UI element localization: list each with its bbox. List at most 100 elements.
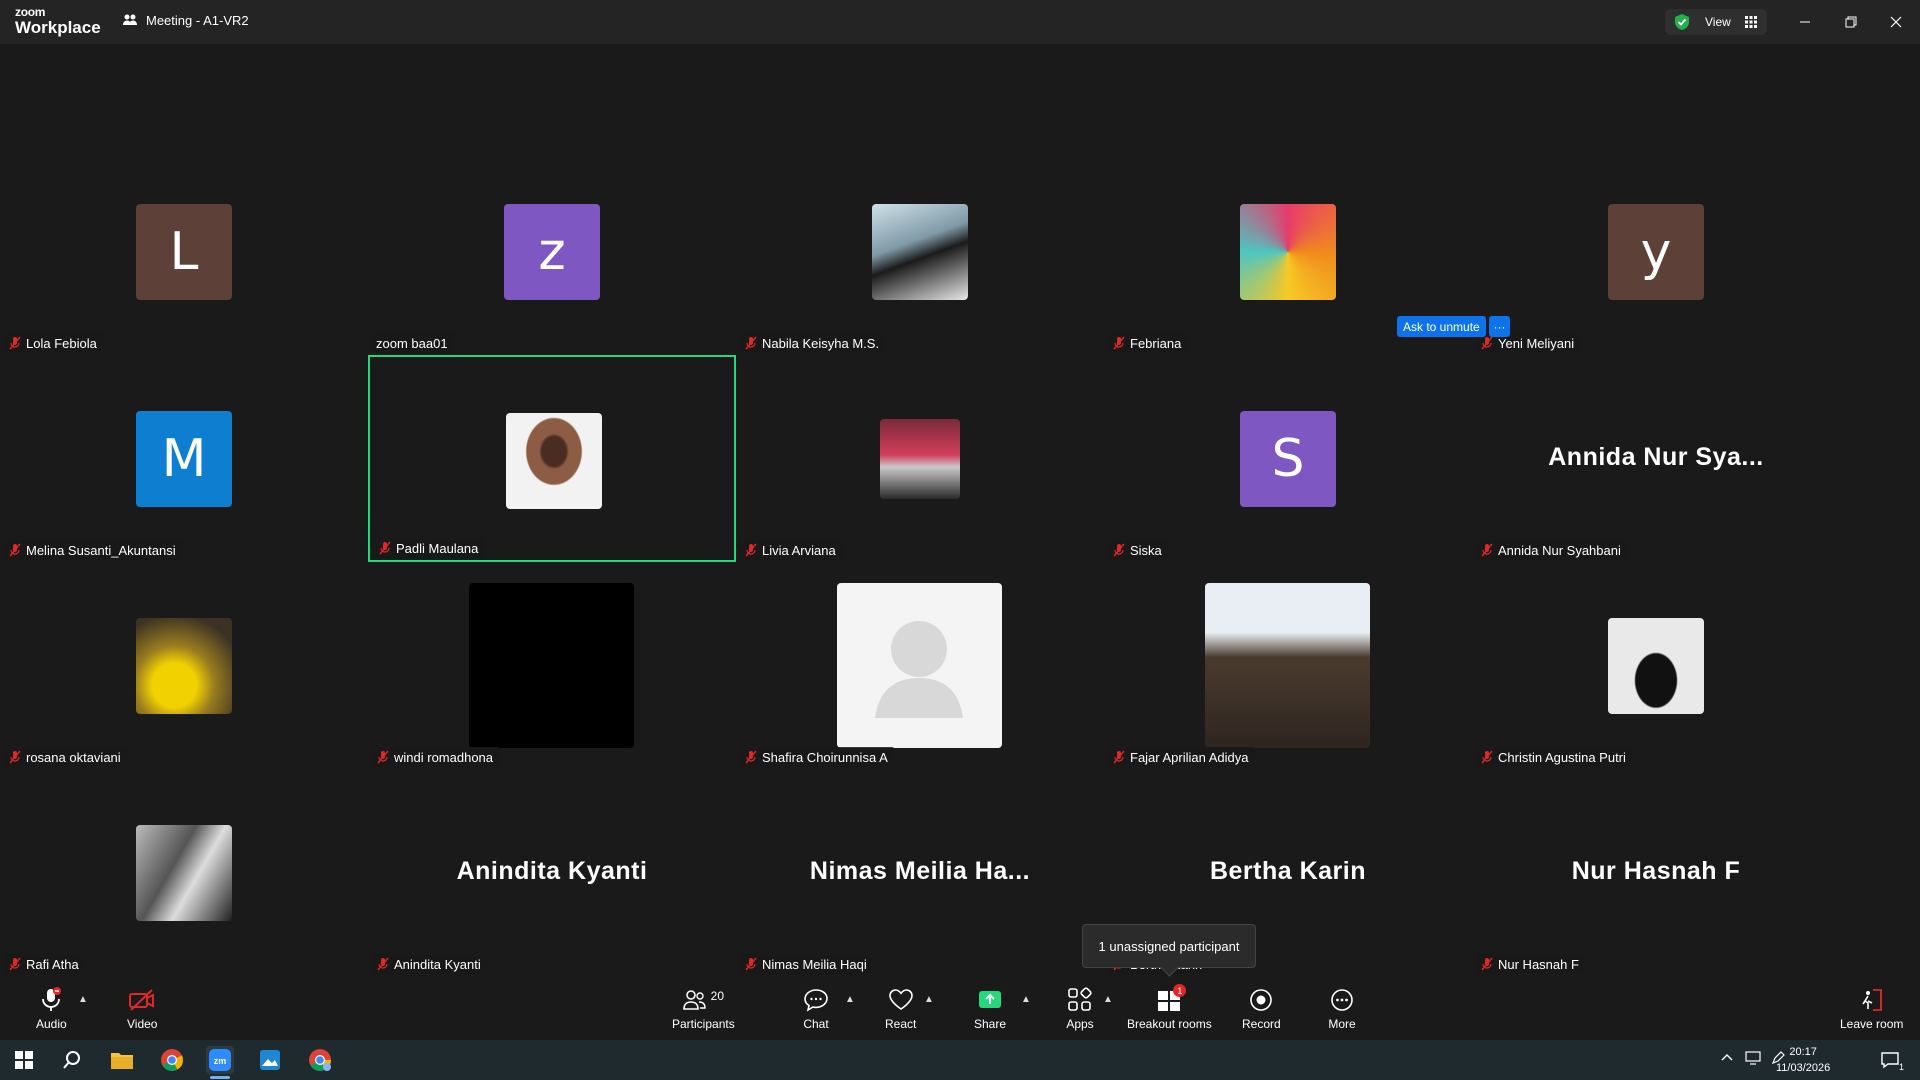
restore-button[interactable] xyxy=(1839,10,1863,34)
taskbar-clock[interactable]: 20:17 11/03/2026 xyxy=(1776,1044,1830,1076)
participant-tile[interactable]: Nimas Meilia Ha... Nimas Meilia Haqi xyxy=(736,769,1104,976)
network-icon[interactable] xyxy=(1744,1050,1762,1066)
microphone-muted-icon xyxy=(9,543,21,557)
minimize-icon xyxy=(1800,21,1810,23)
participant-tile[interactable]: Nabila Keisyha M.S. xyxy=(736,148,1104,355)
chat-button[interactable]: Chat xyxy=(801,986,831,1031)
chrome-icon xyxy=(161,1049,183,1071)
participant-tile[interactable]: S Siska xyxy=(1104,355,1472,562)
participant-tile[interactable]: y Yeni Meliyani xyxy=(1472,148,1840,355)
taskbar-search-button[interactable] xyxy=(58,1046,86,1074)
participant-tile[interactable]: Padli Maulana xyxy=(368,355,736,562)
taskbar-file-explorer[interactable] xyxy=(108,1046,136,1074)
participant-name-tag: windi romadhona xyxy=(372,747,500,767)
participant-tile[interactable]: L Lola Febiola xyxy=(0,148,368,355)
participant-name-tag: Shafira Choirunnisa A xyxy=(740,747,894,767)
participant-tile[interactable]: Christin Agustina Putri xyxy=(1472,562,1840,769)
more-button[interactable]: More xyxy=(1327,986,1357,1031)
participant-name-tag: rosana oktaviani xyxy=(4,747,127,767)
share-button[interactable]: Share xyxy=(974,986,1006,1031)
audio-options-caret-icon[interactable]: ▲ xyxy=(78,994,88,1005)
ask-to-unmute-button[interactable]: Ask to unmute xyxy=(1397,316,1486,337)
participant-tile[interactable]: Shafira Choirunnisa A xyxy=(736,562,1104,769)
participants-icon xyxy=(682,990,706,1010)
react-options-caret-icon[interactable]: ▲ xyxy=(924,994,934,1005)
participant-tile[interactable]: M Melina Susanti_Akuntansi xyxy=(0,355,368,562)
participant-name: Lola Febiola xyxy=(26,335,97,351)
participant-name: Melina Susanti_Akuntansi xyxy=(26,542,176,558)
record-icon xyxy=(1250,989,1273,1011)
participant-name-tag: Nabila Keisyha M.S. xyxy=(740,333,886,353)
participant-tile[interactable]: Annida Nur Sya... Annida Nur Syahbani xyxy=(1472,355,1840,562)
notification-icon xyxy=(1881,1052,1899,1069)
leave-room-label: Leave room xyxy=(1840,1017,1904,1031)
microphone-muted-icon xyxy=(1113,336,1125,350)
taskbar-zoom[interactable]: zm xyxy=(206,1046,234,1079)
apps-icon xyxy=(1068,987,1092,1011)
record-button[interactable]: Record xyxy=(1242,986,1281,1031)
windows-logo-icon xyxy=(15,1051,33,1069)
audio-label: Audio xyxy=(36,1017,67,1031)
participant-photo xyxy=(136,825,232,921)
taskbar-photos[interactable] xyxy=(256,1046,284,1074)
participant-tile[interactable]: z zoom baa01 xyxy=(368,148,736,355)
close-button[interactable] xyxy=(1884,10,1908,34)
participant-tile[interactable]: Anindita Kyanti Anindita Kyanti xyxy=(368,769,736,976)
participant-avatar: y xyxy=(1608,204,1704,300)
apps-label: Apps xyxy=(1066,1017,1094,1031)
share-screen-icon xyxy=(979,991,1002,1008)
video-label: Video xyxy=(127,1017,158,1031)
video-button[interactable]: Video xyxy=(127,986,157,1031)
microphone-muted-icon xyxy=(745,957,757,971)
breakout-rooms-button[interactable]: 1 Breakout rooms xyxy=(1127,984,1212,1031)
leave-room-button[interactable]: Leave room xyxy=(1840,986,1903,1031)
clock-date: 11/03/2026 xyxy=(1776,1062,1831,1074)
taskbar-chrome-profile[interactable] xyxy=(306,1046,334,1074)
participant-name-tag: Anindita Kyanti xyxy=(372,954,487,974)
participant-tile[interactable]: Rafi Atha xyxy=(0,769,368,976)
logo-zoom-text: zoom xyxy=(15,5,46,19)
participant-avatar: M xyxy=(136,411,232,507)
participant-name: Nimas Meilia Haqi xyxy=(762,956,867,972)
participant-name-tag: Siska xyxy=(1108,540,1168,560)
microphone-muted-icon xyxy=(745,543,757,557)
apps-button[interactable]: Apps xyxy=(1065,986,1095,1031)
participant-name-tag: Melina Susanti_Akuntansi xyxy=(4,540,182,560)
more-icon xyxy=(1331,989,1353,1011)
react-button[interactable]: React xyxy=(885,986,916,1031)
photos-app-icon xyxy=(260,1050,280,1070)
participant-tile[interactable]: Livia Arviana xyxy=(736,355,1104,562)
taskbar-chrome[interactable] xyxy=(158,1046,186,1074)
tray-chevron-up-icon[interactable] xyxy=(1720,1050,1734,1064)
start-button[interactable] xyxy=(10,1046,38,1074)
microphone-muted-icon xyxy=(745,336,757,350)
tile-more-options-button[interactable]: ··· xyxy=(1489,316,1510,337)
audio-button[interactable]: Audio xyxy=(36,986,67,1031)
minimize-button[interactable] xyxy=(1793,10,1817,34)
participant-name-tag: Nimas Meilia Haqi xyxy=(740,954,873,974)
participant-tile[interactable]: windi romadhona xyxy=(368,562,736,769)
unassigned-participant-tooltip: 1 unassigned participant xyxy=(1082,924,1256,968)
meeting-toolbar: Audio ▲ Video 20 Participants Chat ▲ Rea… xyxy=(0,980,1920,1040)
microphone-muted-icon xyxy=(1481,750,1493,764)
participant-name: Fajar Aprilian Adidya xyxy=(1130,749,1249,765)
participants-button[interactable]: 20 Participants xyxy=(672,986,735,1031)
participant-tile[interactable]: rosana oktaviani xyxy=(0,562,368,769)
apps-options-caret-icon[interactable]: ▲ xyxy=(1103,994,1113,1005)
share-options-caret-icon[interactable]: ▲ xyxy=(1021,994,1031,1005)
microphone-muted-icon xyxy=(1481,336,1493,350)
participant-photo xyxy=(1608,618,1704,714)
notification-center-button[interactable]: 1 xyxy=(1876,1046,1904,1074)
microphone-muted-icon xyxy=(42,987,62,1011)
view-button[interactable]: View xyxy=(1665,9,1767,35)
participant-name: Siska xyxy=(1130,542,1162,558)
participant-tile[interactable]: Fajar Aprilian Adidya xyxy=(1104,562,1472,769)
participant-tile[interactable]: Nur Hasnah F Nur Hasnah F xyxy=(1472,769,1840,976)
participant-avatar: L xyxy=(136,204,232,300)
notification-count: 1 xyxy=(1898,1062,1904,1072)
meeting-title: Meeting - A1-VR2 xyxy=(122,12,249,28)
meeting-title-text: Meeting - A1-VR2 xyxy=(146,12,249,28)
breakout-badge: 1 xyxy=(1173,984,1187,997)
participant-name: Nabila Keisyha M.S. xyxy=(762,335,880,351)
chat-options-caret-icon[interactable]: ▲ xyxy=(845,994,855,1005)
